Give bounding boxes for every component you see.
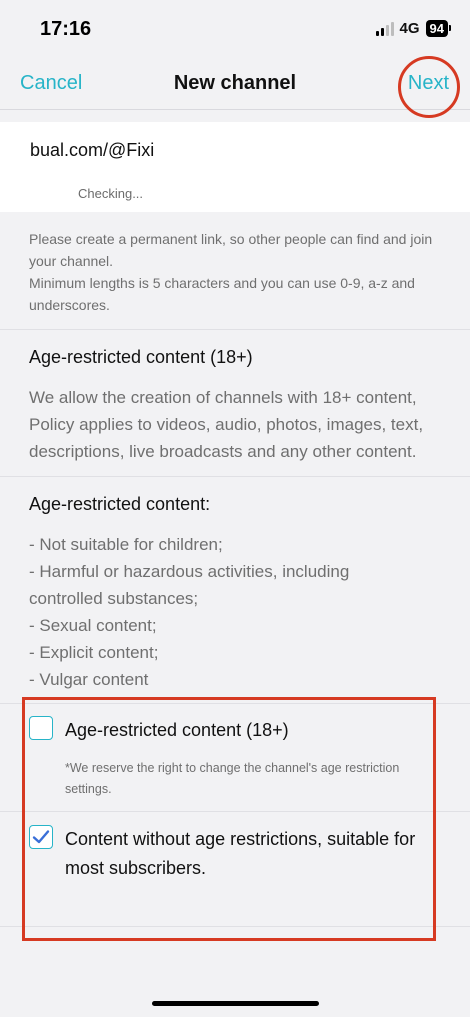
- cellular-signal-icon: [375, 21, 394, 36]
- help-text-line: Minimum lengths is 5 characters and you …: [29, 275, 415, 313]
- list-item: - Not suitable for children;: [29, 535, 223, 554]
- list-item: - Sexual content;: [29, 616, 157, 635]
- list-item: - Explicit content;: [29, 643, 159, 662]
- help-text-line: Please create a permanent link, so other…: [29, 231, 433, 269]
- annotation-circle: [398, 56, 460, 118]
- status-indicators: 4G 94: [375, 20, 452, 37]
- content-section-title: Age-restricted content:: [29, 494, 211, 514]
- annotation-rectangle: [22, 697, 436, 941]
- channel-link-input[interactable]: bual.com/@Fixi: [30, 140, 154, 161]
- status-bar: 17:16 4G 94: [0, 0, 470, 60]
- battery-icon: 94: [425, 20, 452, 37]
- divider: [0, 329, 470, 330]
- list-item: - Harmful or hazardous activities, inclu…: [29, 562, 350, 608]
- status-time: 17:16: [40, 18, 92, 40]
- divider: [0, 476, 470, 477]
- content-restrictions-list: - Not suitable for children; - Harmful o…: [29, 531, 389, 693]
- age-section-body: We allow the creation of channels with 1…: [29, 388, 424, 461]
- channel-link-field[interactable]: bual.com/@Fixi Checking...: [0, 122, 470, 212]
- list-item: - Vulgar content: [29, 670, 149, 689]
- home-indicator[interactable]: [152, 1001, 319, 1006]
- age-section-title: Age-restricted content (18+): [29, 347, 253, 367]
- link-help-text: Please create a permanent link, so other…: [29, 228, 449, 316]
- link-availability-status: Checking...: [78, 186, 144, 201]
- network-type: 4G: [399, 20, 420, 37]
